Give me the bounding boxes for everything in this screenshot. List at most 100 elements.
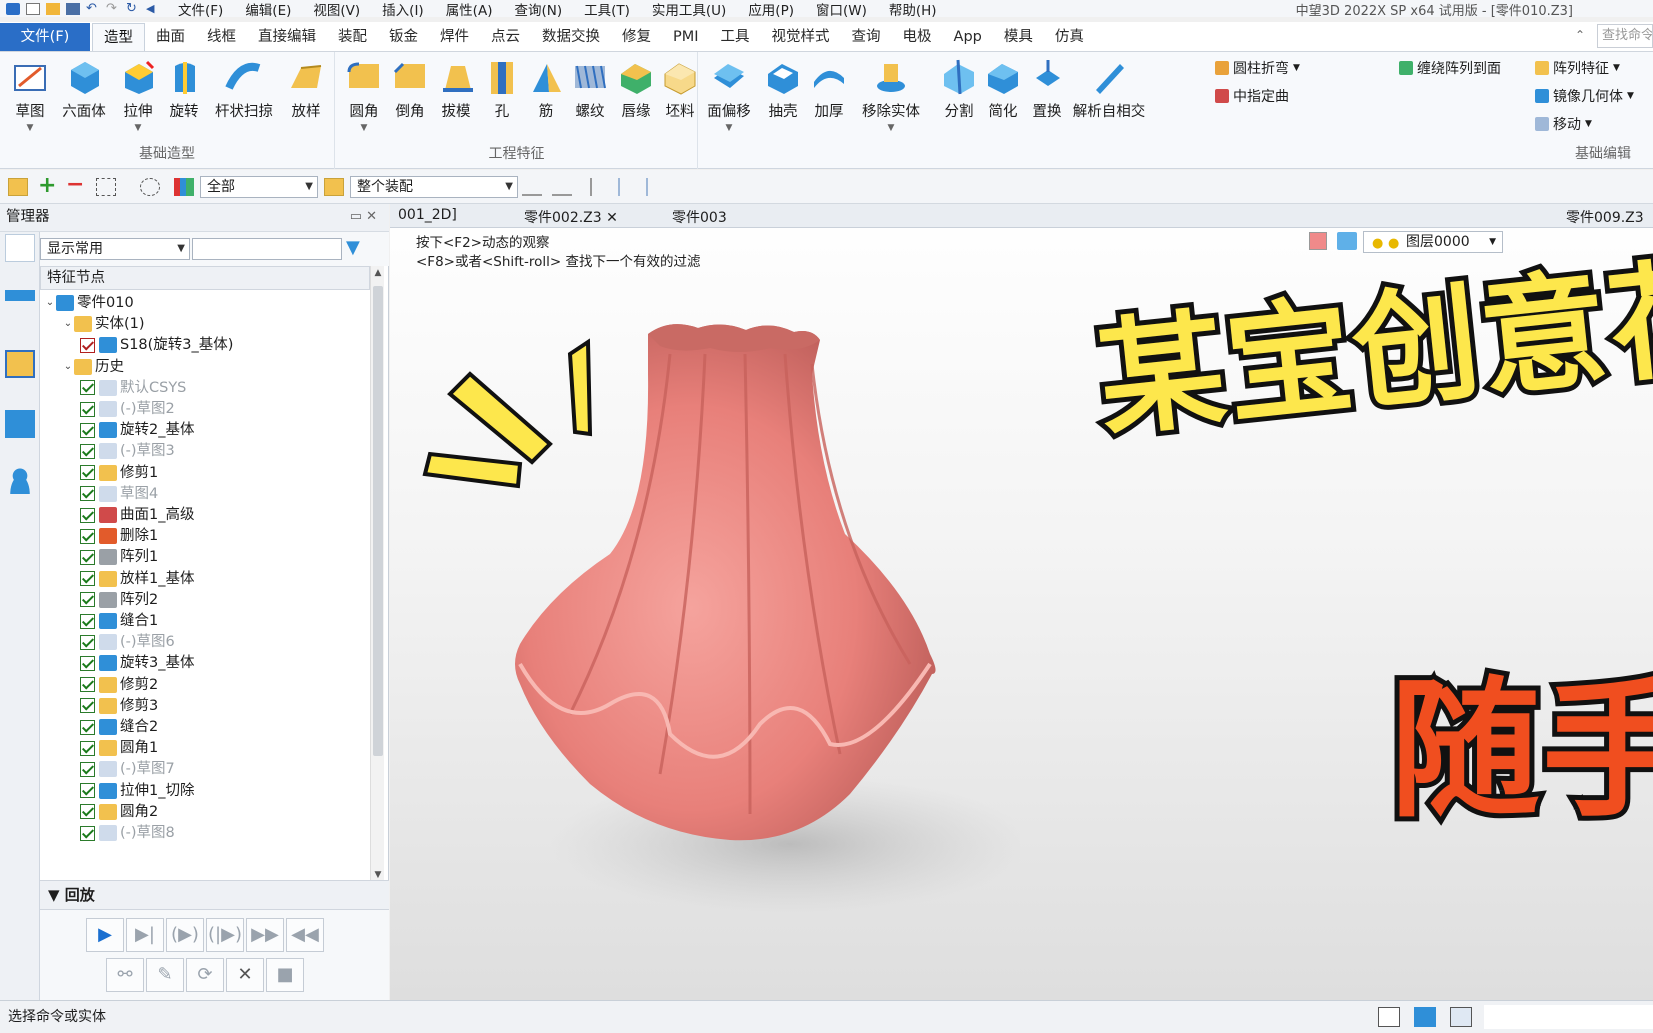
dropdown-arrow-icon[interactable]: ▼: [340, 123, 388, 133]
dropdown-arrow-icon[interactable]: ▼: [6, 123, 54, 133]
tab-sheet-metal[interactable]: 钣金: [378, 23, 429, 51]
tree-row[interactable]: 曲面1_高级: [80, 504, 194, 526]
visibility-checkbox[interactable]: [80, 422, 95, 438]
tree-row[interactable]: 修剪1: [80, 462, 158, 484]
visibility-checkbox[interactable]: [80, 719, 95, 735]
layer-manager-icon[interactable]: [5, 410, 35, 438]
close-icon[interactable]: ✕: [606, 210, 618, 226]
revolve-button[interactable]: 旋转: [160, 56, 208, 121]
tab-tools[interactable]: 工具: [710, 23, 761, 51]
dropdown-arrow-icon[interactable]: ▼: [853, 123, 929, 133]
window-layout-icon[interactable]: [1378, 1007, 1400, 1027]
tree-row[interactable]: 缝合1: [80, 610, 158, 632]
regenerate-icon[interactable]: ⟳: [186, 958, 224, 992]
visibility-checkbox[interactable]: [80, 507, 95, 523]
tree-row[interactable]: 缝合2: [80, 716, 158, 738]
dropdown-arrow-icon[interactable]: ▼: [705, 123, 753, 133]
dropdown-arrow-icon[interactable]: ▼: [1613, 63, 1620, 73]
tab-app[interactable]: App: [943, 23, 993, 51]
visibility-checkbox[interactable]: [80, 655, 95, 671]
loft-button[interactable]: 放样: [282, 56, 330, 121]
visibility-checkbox[interactable]: [80, 677, 95, 693]
tab-assembly[interactable]: 装配: [327, 23, 378, 51]
menu-tools[interactable]: 工具(T): [584, 0, 630, 19]
tab-weldment[interactable]: 焊件: [429, 23, 480, 51]
tab-electrode[interactable]: 电极: [892, 23, 943, 51]
replay-step-icon[interactable]: (|▶): [206, 918, 244, 952]
scroll-down-icon[interactable]: ▼: [371, 870, 385, 880]
tree-row[interactable]: (-)草图2: [80, 398, 175, 420]
visibility-checkbox[interactable]: [80, 465, 95, 481]
pick-arrow-icon[interactable]: [8, 178, 28, 196]
tree-row[interactable]: 阵列2: [80, 589, 158, 611]
visibility-checkbox[interactable]: [80, 634, 95, 650]
expand-toggle-icon[interactable]: ⌄: [62, 313, 74, 335]
visibility-checkbox[interactable]: [80, 549, 95, 565]
tab-modeling[interactable]: 造型: [92, 23, 145, 51]
simplify-button[interactable]: 简化: [979, 56, 1027, 121]
tree-row[interactable]: 删除1: [80, 525, 158, 547]
thicken-button[interactable]: 加厚: [805, 56, 853, 121]
tree-row[interactable]: 圆角2: [80, 801, 158, 823]
cylinder-bend-button[interactable]: 圆柱折弯 ▼: [1215, 58, 1300, 78]
doc-tab-part002[interactable]: 零件002.Z3 ✕: [524, 207, 618, 227]
visibility-checkbox[interactable]: [80, 740, 95, 756]
add-icon[interactable]: +: [38, 175, 58, 197]
undo-icon[interactable]: ↶: [86, 2, 100, 15]
ribbon-collapse-icon[interactable]: ⌃: [1575, 28, 1585, 42]
tree-row[interactable]: ⌄ 零件010: [44, 292, 134, 314]
tree-row[interactable]: ⌄ 历史: [62, 356, 124, 378]
lasso-select-icon[interactable]: [140, 178, 160, 196]
tree-row[interactable]: (-)草图7: [80, 758, 175, 780]
face-offset-button[interactable]: 面偏移 ▼: [705, 56, 753, 133]
select-tool-icon[interactable]: [522, 178, 542, 196]
remove-solid-button[interactable]: 移除实体 ▼: [853, 56, 929, 133]
select-tool-icon[interactable]: [552, 178, 572, 196]
tab-wireframe[interactable]: 线框: [196, 23, 247, 51]
wrap-pattern-button[interactable]: 缠绕阵列到面: [1399, 58, 1501, 78]
menu-file[interactable]: 文件(F): [178, 0, 223, 19]
visibility-checkbox[interactable]: [80, 592, 95, 608]
sketch-button[interactable]: 草图 ▼: [6, 56, 54, 133]
visibility-checkbox[interactable]: [80, 613, 95, 629]
dropdown-arrow-icon[interactable]: ▼: [1585, 119, 1592, 129]
history-manager-icon[interactable]: [5, 234, 35, 262]
box-button[interactable]: 六面体: [60, 56, 108, 121]
visibility-checkbox[interactable]: [80, 571, 95, 587]
visibility-checkbox[interactable]: [80, 825, 95, 841]
assembly-scope-combo[interactable]: 整个装配 ▼: [350, 176, 518, 198]
tree-row[interactable]: (-)草图8: [80, 822, 175, 844]
hole-button[interactable]: 孔: [478, 56, 526, 121]
tab-data-exchange[interactable]: 数据交换: [531, 23, 611, 51]
tab-direct-edit[interactable]: 直接编辑: [247, 23, 327, 51]
tree-row[interactable]: 草图4: [80, 483, 158, 505]
link-icon[interactable]: ⚯: [106, 958, 144, 992]
step-icon[interactable]: (▶): [166, 918, 204, 952]
mirror-geometry-button[interactable]: 镜像几何体 ▼: [1535, 86, 1634, 106]
panel-icon[interactable]: [1450, 1007, 1472, 1027]
dropdown-arrow-icon[interactable]: ▼: [1627, 91, 1634, 101]
visibility-checkbox[interactable]: [80, 761, 95, 777]
split-button[interactable]: 分割: [935, 56, 983, 121]
dropdown-arrow-icon[interactable]: ▼: [114, 123, 162, 133]
tab-mold[interactable]: 模具: [993, 23, 1044, 51]
tab-repair[interactable]: 修复: [611, 23, 662, 51]
tree-row[interactable]: 修剪3: [80, 695, 158, 717]
tree-row[interactable]: 旋转2_基体: [80, 419, 194, 441]
menu-edit[interactable]: 编辑(E): [245, 0, 291, 19]
fillet-button[interactable]: 圆角 ▼: [340, 56, 388, 133]
filter-chart-icon[interactable]: [174, 178, 194, 196]
select-tool-icon[interactable]: [590, 178, 610, 196]
menu-query[interactable]: 查询(N): [514, 0, 562, 19]
visibility-checkbox[interactable]: [80, 443, 95, 459]
fast-forward-icon[interactable]: ▶▶: [246, 918, 284, 952]
rib-button[interactable]: 筋: [522, 56, 570, 121]
shell-button[interactable]: 抽壳: [759, 56, 807, 121]
rewind-icon[interactable]: ◀◀: [286, 918, 324, 952]
menu-view[interactable]: 视图(V): [313, 0, 360, 19]
view-cube-icon[interactable]: [1337, 232, 1357, 250]
delete-icon[interactable]: ✕: [226, 958, 264, 992]
menu-insert[interactable]: 插入(I): [382, 0, 424, 19]
extrude-button[interactable]: 拉伸 ▼: [114, 56, 162, 133]
select-tool-icon[interactable]: [646, 178, 666, 196]
